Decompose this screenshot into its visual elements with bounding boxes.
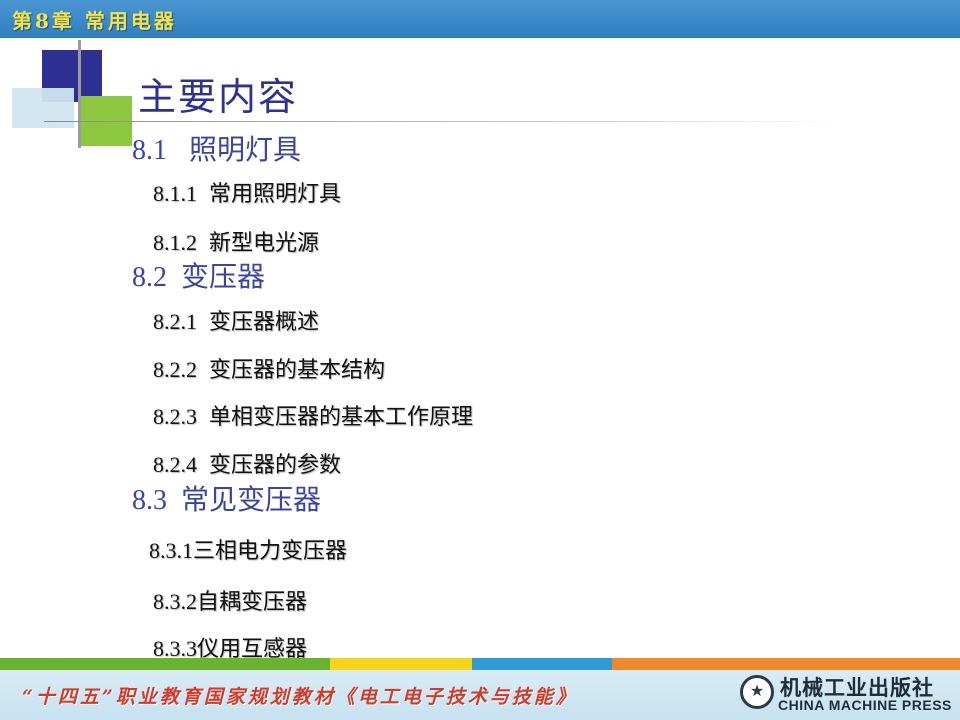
outline-number: 8.1 xyxy=(132,135,167,166)
outline-subsection: 8.1.1 常用照明灯具 xyxy=(153,176,341,208)
outline-number: 8.1.2 xyxy=(153,230,197,255)
outline-text: 单相变压器的基本工作原理 xyxy=(209,405,474,430)
page-title: 主要内容 xyxy=(138,75,299,119)
outline-number: 8.2.4 xyxy=(153,452,197,477)
stripe-green xyxy=(0,658,330,670)
color-stripes xyxy=(0,658,960,670)
outline-text: 变压器 xyxy=(181,260,266,293)
outline-text: 变压器的基本结构 xyxy=(209,358,386,383)
outline-subsection: 8.3.2自耦变压器 xyxy=(153,584,307,616)
decor-horizontal-line xyxy=(44,121,840,122)
outline-text: 照明灯具 xyxy=(189,133,302,166)
outline-text: 三相电力变压器 xyxy=(193,539,348,564)
outline-subsection: 8.3.1三相电力变压器 xyxy=(149,533,347,565)
outline-section: 8.1 照明灯具 xyxy=(132,128,301,168)
decor-light-square xyxy=(12,88,74,128)
footer-series-text: “十四五”职业教育国家规划教材《电工电子技术与技能》 xyxy=(22,686,578,708)
outline-number: 8.3 xyxy=(132,485,167,516)
outline-subsection: 8.2.3 单相变压器的基本工作原理 xyxy=(153,399,473,431)
outline-text: 自耦变压器 xyxy=(197,590,308,615)
outline-text: 常见变压器 xyxy=(181,483,322,516)
outline-subsection: 8.2.1 变压器概述 xyxy=(153,304,319,336)
outline-number: 8.2.3 xyxy=(153,404,197,429)
outline-subsection: 8.2.4 变压器的参数 xyxy=(153,447,341,479)
outline-text: 常用照明灯具 xyxy=(209,182,342,207)
chapter-title: 第8章 常用电器 xyxy=(12,9,177,33)
stripe-orange xyxy=(612,658,960,670)
outline-text: 变压器的参数 xyxy=(209,453,342,478)
header-bar: 第8章 常用电器 xyxy=(0,0,960,38)
outline-subsection: 8.2.2 变压器的基本结构 xyxy=(153,352,385,384)
outline-number: 8.1.1 xyxy=(153,181,197,206)
publisher-name-en: CHINA MACHINE PRESS xyxy=(778,697,952,713)
outline-number: 8.2.1 xyxy=(153,309,197,334)
stripe-blue xyxy=(472,658,612,670)
outline-section: 8.3 常见变压器 xyxy=(132,478,321,518)
outline-section: 8.2 变压器 xyxy=(132,255,265,295)
publisher-logo-icon xyxy=(740,675,774,709)
outline-subsection: 8.1.2 新型电光源 xyxy=(153,225,319,257)
decor-vertical-line xyxy=(78,40,81,148)
stripe-yellow xyxy=(330,658,472,670)
outline-number: 8.2.2 xyxy=(153,357,197,382)
outline-text: 新型电光源 xyxy=(209,231,320,256)
outline-number: 8.2 xyxy=(132,262,167,293)
outline-number: 8.3.2 xyxy=(153,589,197,614)
outline-text: 变压器概述 xyxy=(209,310,320,335)
outline-number: 8.3.1 xyxy=(149,538,193,563)
